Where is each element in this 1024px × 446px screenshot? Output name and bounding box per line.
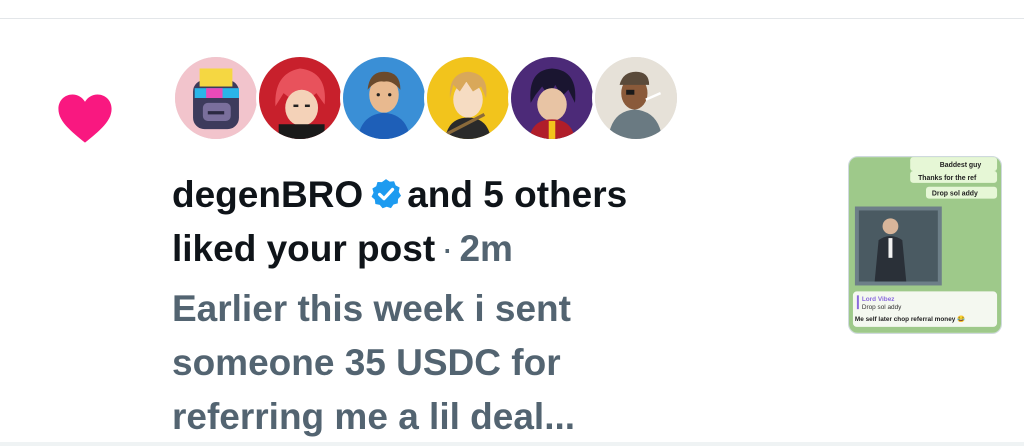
reply-name: Lord Vibez (862, 296, 895, 303)
chat-msg-1: Baddest guy (940, 162, 982, 169)
user-name-link[interactable]: degenBRO (172, 174, 363, 215)
notification-headline: degenBRO and 5 others liked your post · 2m (172, 168, 792, 276)
chat-caption: Me self later chop referral money 😂 (855, 315, 965, 323)
avatar-blonde-anime[interactable] (424, 54, 512, 142)
avatar-row (172, 54, 680, 142)
heart-icon (58, 94, 112, 143)
post-media-thumbnail[interactable]: Baddest guy Thanks for the ref Drop sol … (848, 156, 1002, 334)
avatar-pirate[interactable] (592, 54, 680, 142)
post-preview-text[interactable]: Earlier this week i sent someone 35 USDC… (172, 282, 692, 444)
chat-msg-3: Drop sol addy (932, 191, 978, 198)
avatar-dark-hair-anime[interactable] (508, 54, 596, 142)
avatar-red-hair-anime[interactable] (256, 54, 344, 142)
reply-text: Drop sol addy (862, 304, 902, 311)
bottom-divider (0, 442, 1024, 446)
separator-dot: · (441, 228, 454, 269)
chat-msg-2: Thanks for the ref (918, 175, 977, 182)
action-text: liked your post (172, 228, 436, 269)
avatar-blue-shirt[interactable] (340, 54, 428, 142)
timestamp: 2m (459, 228, 513, 269)
avatar-pixel-ape[interactable] (172, 54, 260, 142)
others-count-link[interactable]: and 5 others (407, 174, 627, 215)
verified-badge-icon (371, 179, 402, 209)
